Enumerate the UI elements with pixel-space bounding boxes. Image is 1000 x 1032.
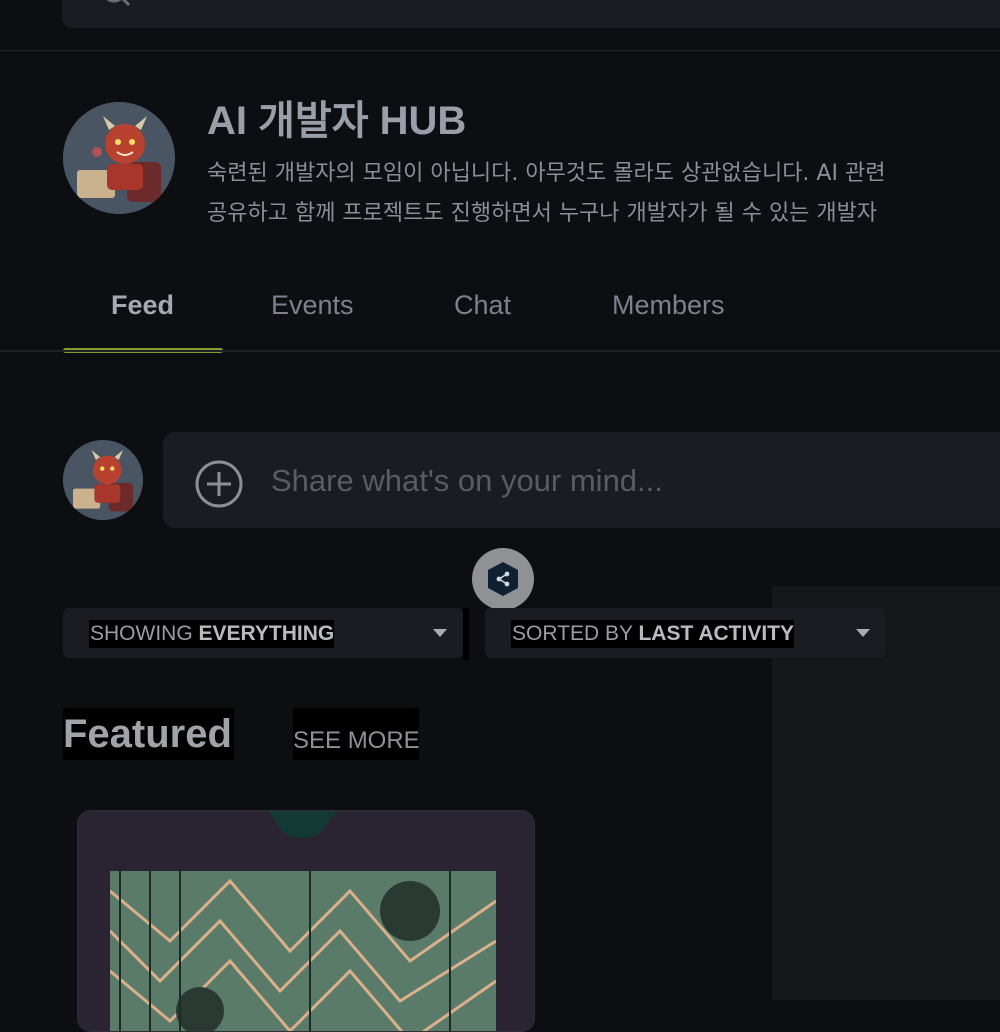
user-avatar[interactable] <box>63 440 143 520</box>
group-title: AI 개발자 HUB <box>207 99 467 143</box>
translate-badge[interactable] <box>472 548 534 610</box>
composer-placeholder: Share what's on your mind... <box>271 463 663 498</box>
card-image <box>110 871 496 1031</box>
filter-separator <box>463 608 469 660</box>
sort-label: SORTED BY LAST ACTIVITY <box>511 620 795 648</box>
chevron-down-icon <box>433 629 447 637</box>
tab-events[interactable]: Events <box>271 290 354 321</box>
header-divider <box>0 50 1000 51</box>
group-description-line-2: 공유하고 함께 프로젝트도 진행하면서 누구나 개발자가 될 수 있는 개발자 <box>207 201 878 226</box>
see-more-link[interactable]: SEE MORE <box>293 708 420 760</box>
show-filter-label: SHOWING EVERYTHING <box>89 620 335 648</box>
tab-chat[interactable]: Chat <box>454 290 511 321</box>
sort-dropdown[interactable]: SORTED BY LAST ACTIVITY <box>485 608 885 658</box>
chevron-down-icon <box>856 629 870 637</box>
tab-feed[interactable]: Feed <box>111 290 174 321</box>
search-icon <box>106 0 131 7</box>
card-notch <box>267 811 337 838</box>
group-description-line-1: 숙련된 개발자의 모임이 아닙니다. 아무것도 몰라도 상관없습니다. AI 관… <box>207 161 886 186</box>
plus-circle-icon[interactable] <box>194 459 244 509</box>
group-avatar <box>63 102 175 214</box>
show-filter-dropdown[interactable]: SHOWING EVERYTHING <box>63 608 463 658</box>
post-composer[interactable]: Share what's on your mind... <box>163 432 1000 528</box>
group-description: 숙련된 개발자의 모임이 아닙니다. 아무것도 몰라도 상관없습니다. AI 관… <box>207 154 1000 234</box>
search-bar[interactable] <box>62 0 1000 28</box>
group-tabs: Feed Events Chat Members <box>63 280 1000 353</box>
featured-card[interactable] <box>77 810 535 1032</box>
featured-heading: Featured <box>63 708 234 760</box>
tab-members[interactable]: Members <box>612 290 725 321</box>
tabs-divider <box>0 350 1000 352</box>
translate-badge-icon <box>488 562 518 596</box>
